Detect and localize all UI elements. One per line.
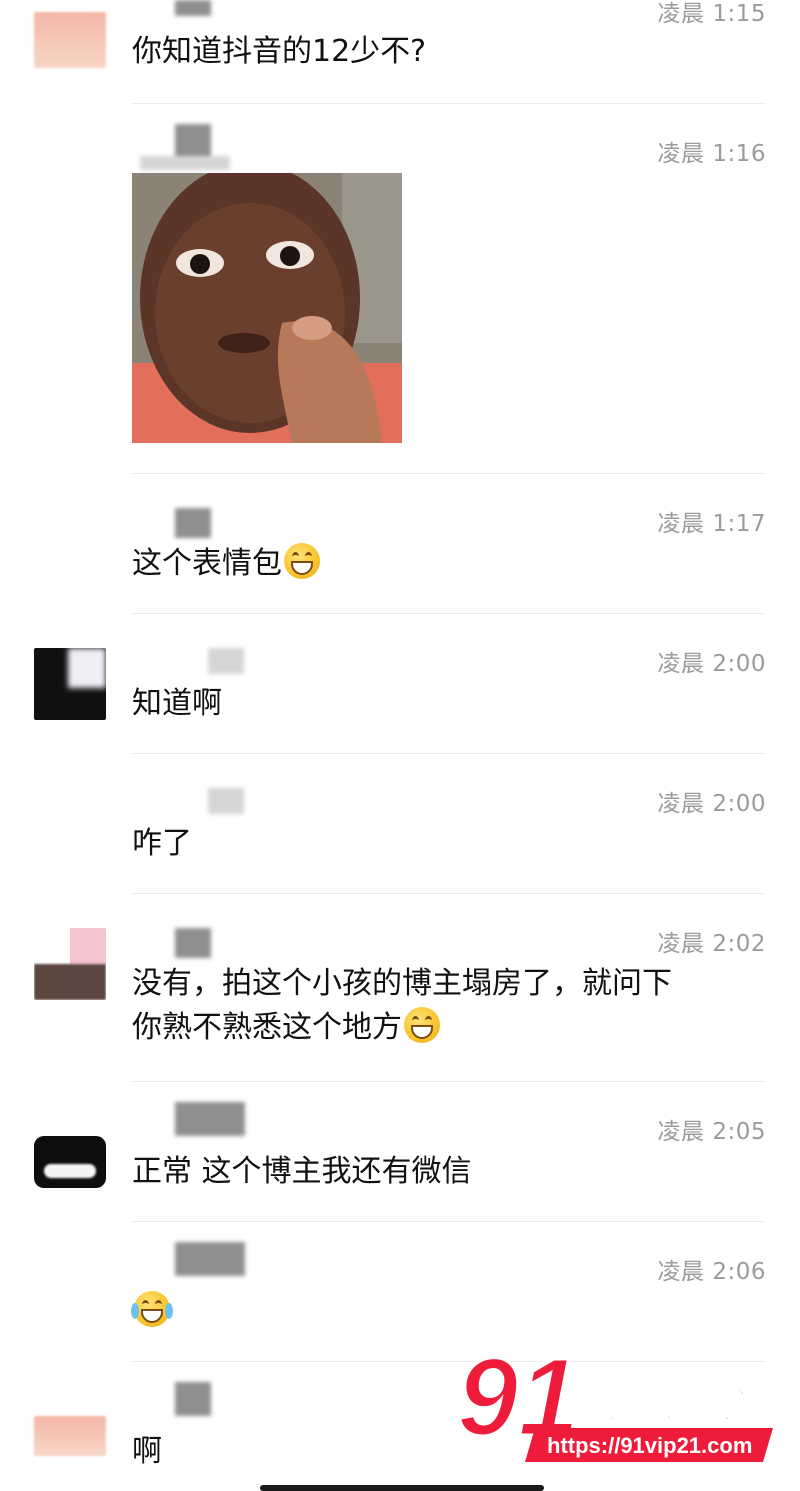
message-time: 凌晨 2:00	[657, 651, 766, 677]
watermark-brand: 吃瓜中心	[593, 1382, 754, 1428]
message-time: 凌晨 1:17	[657, 511, 766, 537]
sender-name	[175, 124, 211, 160]
avatar[interactable]	[34, 648, 106, 720]
message-time: 凌晨 1:15	[657, 1, 766, 27]
sender-name	[208, 788, 244, 814]
message-time: 凌晨 2:00	[657, 791, 766, 817]
message-text: 正常 这个博主我还有微信	[132, 1154, 472, 1189]
avatar[interactable]	[34, 12, 106, 68]
chat-message: 凌晨 2:02 没有，拍这个小孩的博主塌房了，就问下 你熟不熟悉这个地方	[0, 894, 800, 1082]
home-indicator	[260, 1485, 544, 1491]
message-text: 咋了	[132, 826, 192, 861]
message-time: 凌晨 2:06	[657, 1259, 766, 1285]
message-time: 凌晨 2:02	[657, 931, 766, 957]
grinning-face-icon	[284, 543, 320, 579]
sender-name-blur	[140, 156, 230, 170]
message-text-content: 这个表情包	[132, 546, 282, 581]
smiling-face-icon	[404, 1007, 440, 1043]
chat-message: 凌晨 1:17 这个表情包	[0, 474, 800, 614]
sender-name	[175, 1382, 211, 1416]
watermark-logo: 91 吃瓜中心 https://91vip21.com	[456, 1335, 773, 1462]
message-text-content: 你熟不熟悉这个地方	[132, 1010, 402, 1045]
watermark-url: https://91vip21.com	[547, 1433, 752, 1458]
message-text: 这个表情包	[132, 542, 752, 586]
sender-name	[175, 1242, 245, 1276]
message-time: 凌晨 1:16	[657, 141, 766, 167]
message-text: 知道啊	[132, 686, 222, 721]
sender-name	[175, 508, 211, 538]
watermark: 91 吃瓜中心 https://91vip21.com	[455, 1335, 795, 1470]
message-text: 你知道抖音的12少不?	[132, 34, 427, 69]
avatar[interactable]	[34, 928, 106, 1000]
avatar[interactable]	[34, 1136, 106, 1188]
message-text	[131, 1290, 752, 1334]
message-time: 凌晨 2:05	[657, 1119, 766, 1145]
image-message[interactable]	[132, 173, 402, 443]
sender-name	[175, 928, 211, 958]
chat-message: 凌晨 2:00 知道啊	[0, 614, 800, 754]
chat-message: 凌晨 2:05 正常 这个博主我还有微信	[0, 1082, 800, 1222]
message-text-line: 没有，拍这个小孩的博主塌房了，就问下	[132, 966, 672, 1001]
chat-message: 凌晨 1:15 你知道抖音的12少不?	[0, 0, 800, 104]
message-text: 没有，拍这个小孩的博主塌房了，就问下 你熟不熟悉这个地方	[132, 962, 752, 1050]
avatar[interactable]	[34, 1416, 106, 1456]
message-text-line-2: 你熟不熟悉这个地方	[132, 1006, 752, 1050]
sender-name	[208, 648, 244, 674]
chat-message: 凌晨 2:00 咋了	[0, 754, 800, 894]
tears-of-joy-icon	[131, 1291, 173, 1327]
sender-name	[175, 0, 211, 16]
sender-name	[175, 1102, 245, 1136]
child-face-image	[132, 173, 402, 443]
